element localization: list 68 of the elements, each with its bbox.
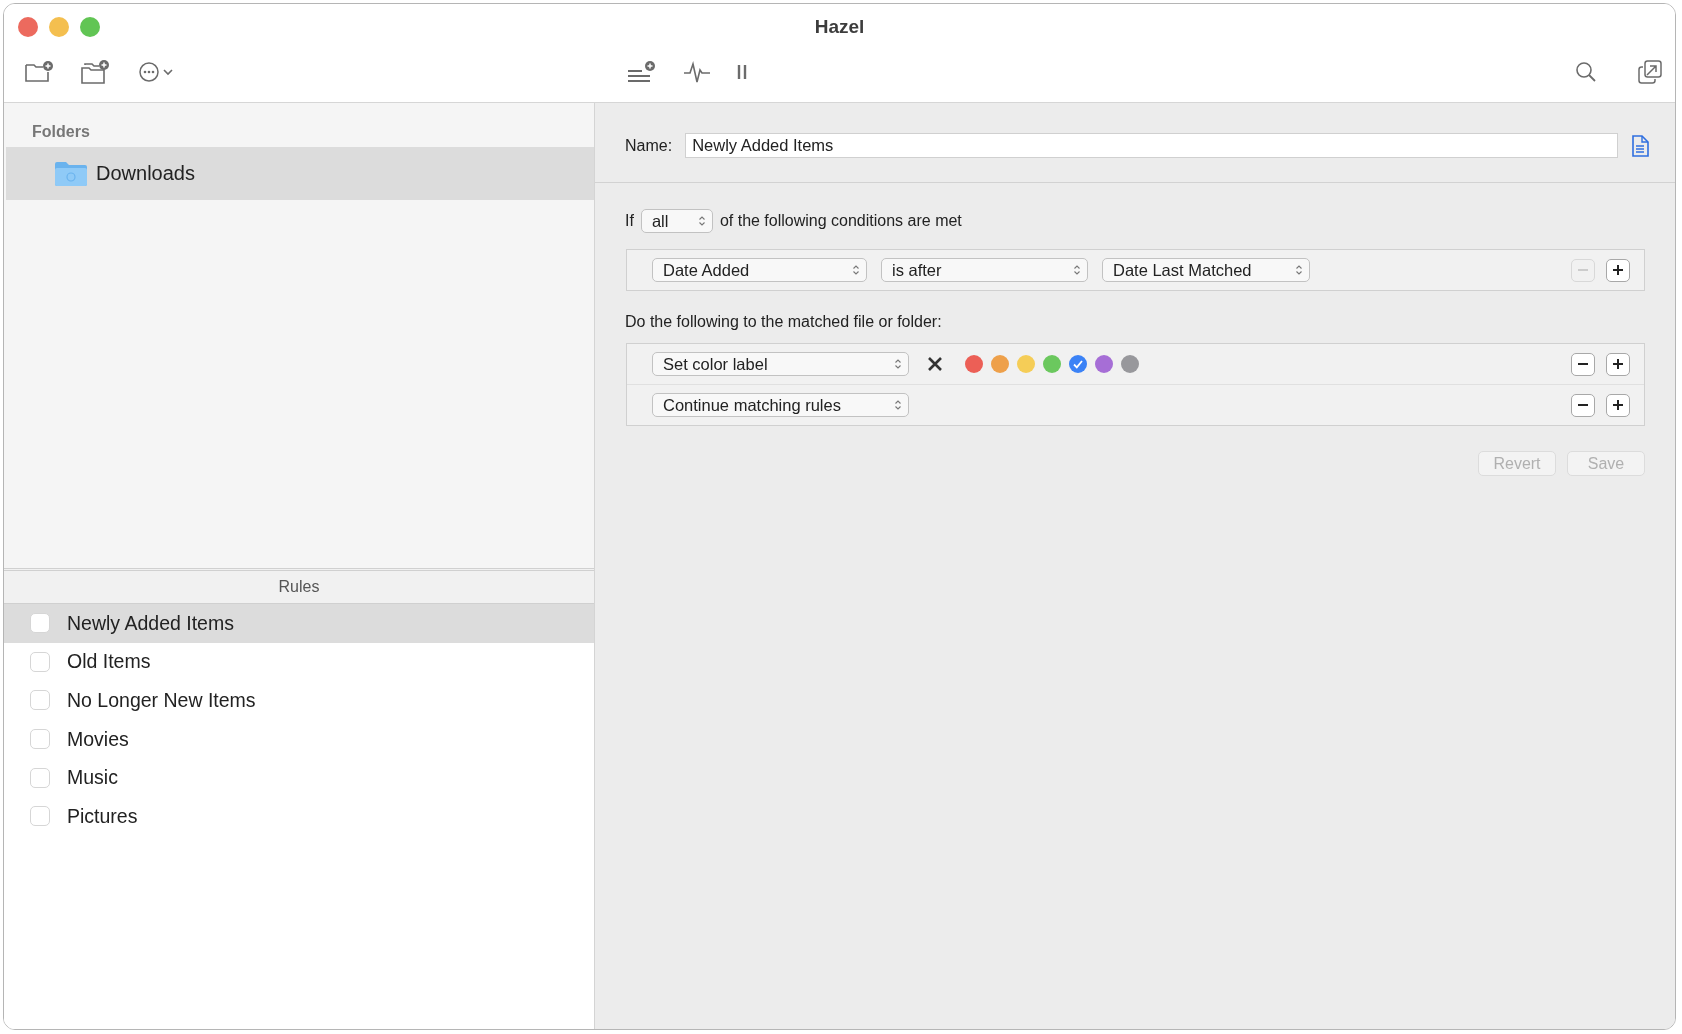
color-swatch[interactable] xyxy=(1121,355,1139,373)
pause-icon[interactable] xyxy=(736,63,748,81)
action-popup[interactable]: Continue matching rules xyxy=(652,393,909,417)
open-window-icon[interactable] xyxy=(1637,59,1663,85)
plus-icon xyxy=(1612,358,1624,370)
folder-name: Downloads xyxy=(96,162,195,185)
search-icon[interactable] xyxy=(1575,61,1597,83)
color-swatch[interactable] xyxy=(991,355,1009,373)
actions-label: Do the following to the matched file or folder: xyxy=(624,312,943,332)
color-swatch[interactable] xyxy=(1095,355,1113,373)
rule-checkbox[interactable] xyxy=(30,613,50,634)
rule-item[interactable]: Music xyxy=(4,758,594,797)
document-icon[interactable] xyxy=(1631,134,1649,157)
checkmark-icon xyxy=(1072,358,1084,370)
name-field[interactable]: Newly Added Items xyxy=(685,133,1618,158)
rule-item[interactable]: Pictures xyxy=(4,796,594,836)
match-mode-popup[interactable]: all xyxy=(640,209,713,233)
remove-button[interactable] xyxy=(1571,352,1595,376)
add-button[interactable] xyxy=(1606,352,1630,376)
rule-item[interactable]: Old Items xyxy=(4,642,594,682)
rule-name: Music xyxy=(67,766,118,790)
condition-prefix: If xyxy=(625,212,634,230)
folder-stack-icon[interactable] xyxy=(80,59,110,85)
stepper-arrows-icon xyxy=(852,264,860,276)
activity-icon[interactable] xyxy=(683,60,711,84)
rule-item[interactable]: Newly Added Items xyxy=(4,604,594,643)
rule-name: Old Items xyxy=(67,650,151,674)
clear-label-icon[interactable] xyxy=(927,356,943,372)
add-button[interactable] xyxy=(1606,393,1630,417)
folder-icon xyxy=(54,160,88,187)
stepper-arrows-icon xyxy=(697,215,706,227)
condition-suffix: of the following conditions are met xyxy=(719,212,962,230)
rule-checkbox[interactable] xyxy=(30,729,50,750)
rule-checkbox[interactable] xyxy=(30,690,50,711)
condition-popup[interactable]: Date Last Matched xyxy=(1102,258,1310,282)
color-swatch[interactable] xyxy=(965,355,983,373)
condition-popup[interactable]: Date Added xyxy=(652,258,867,282)
zoom-button[interactable] xyxy=(80,17,100,37)
folder-item[interactable]: Downloads xyxy=(6,147,594,200)
stepper-arrows-icon xyxy=(1295,264,1303,276)
folders-header: Folders xyxy=(31,122,91,142)
color-swatch[interactable] xyxy=(1017,355,1035,373)
plus-icon xyxy=(1612,264,1624,276)
stepper-arrows-icon xyxy=(1073,264,1081,276)
name-label: Name: xyxy=(625,136,673,155)
remove-button[interactable] xyxy=(1571,393,1595,417)
rule-checkbox[interactable] xyxy=(30,651,50,672)
add-button[interactable] xyxy=(1606,258,1630,282)
rules-header: Rules xyxy=(4,568,594,604)
action-popup[interactable]: Set color label xyxy=(652,352,909,376)
rule-item[interactable]: No Longer New Items xyxy=(4,681,594,720)
stepper-arrows-icon xyxy=(894,399,902,411)
stepper-arrows-icon xyxy=(894,358,902,370)
condition-popup[interactable]: is after xyxy=(881,258,1088,282)
color-swatch[interactable] xyxy=(1043,355,1061,373)
rule-name: No Longer New Items xyxy=(67,689,256,712)
rule-item[interactable]: Movies xyxy=(4,719,594,759)
rule-checkbox[interactable] xyxy=(30,806,50,827)
plus-icon xyxy=(1612,399,1624,411)
rule-name: Pictures xyxy=(67,804,138,828)
rule-checkbox[interactable] xyxy=(30,767,50,788)
rule-name: Movies xyxy=(67,727,129,751)
new-folder-icon[interactable] xyxy=(24,60,54,84)
add-rule-icon[interactable] xyxy=(626,60,656,84)
color-swatch[interactable] xyxy=(1069,355,1087,373)
close-button[interactable] xyxy=(18,17,38,37)
rule-name: Newly Added Items xyxy=(67,611,234,635)
window-title: Hazel xyxy=(814,16,865,37)
